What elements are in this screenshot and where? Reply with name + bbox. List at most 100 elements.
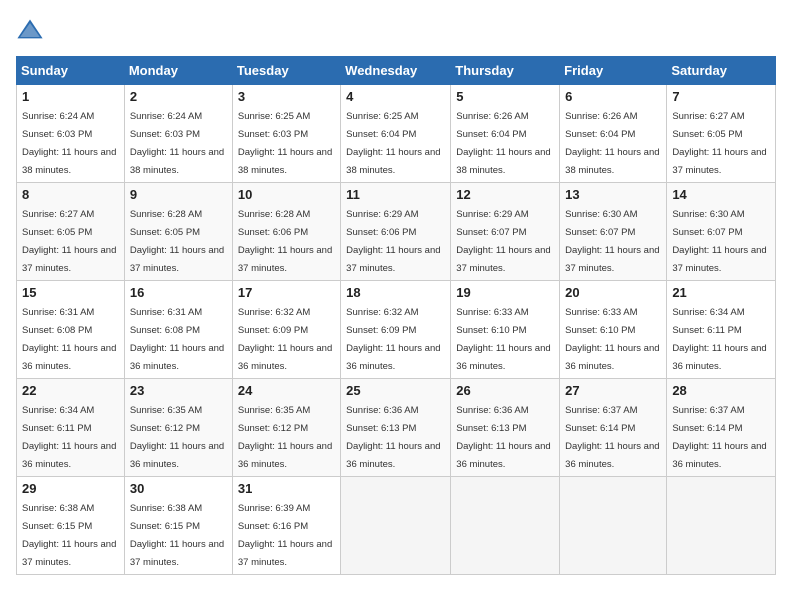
- calendar-cell: [451, 477, 560, 575]
- calendar-cell: 20 Sunrise: 6:33 AMSunset: 6:10 PMDaylig…: [560, 281, 667, 379]
- day-number: 25: [346, 383, 445, 398]
- calendar-cell: 28 Sunrise: 6:37 AMSunset: 6:14 PMDaylig…: [667, 379, 776, 477]
- day-info: Sunrise: 6:38 AMSunset: 6:15 PMDaylight:…: [22, 503, 116, 568]
- day-info: Sunrise: 6:24 AMSunset: 6:03 PMDaylight:…: [130, 111, 224, 176]
- day-info: Sunrise: 6:25 AMSunset: 6:04 PMDaylight:…: [346, 111, 440, 176]
- calendar-cell: [560, 477, 667, 575]
- day-info: Sunrise: 6:30 AMSunset: 6:07 PMDaylight:…: [672, 209, 766, 274]
- day-number: 13: [565, 187, 661, 202]
- day-info: Sunrise: 6:36 AMSunset: 6:13 PMDaylight:…: [456, 405, 550, 470]
- day-info: Sunrise: 6:32 AMSunset: 6:09 PMDaylight:…: [238, 307, 332, 372]
- day-info: Sunrise: 6:36 AMSunset: 6:13 PMDaylight:…: [346, 405, 440, 470]
- day-info: Sunrise: 6:37 AMSunset: 6:14 PMDaylight:…: [672, 405, 766, 470]
- day-number: 28: [672, 383, 770, 398]
- day-info: Sunrise: 6:31 AMSunset: 6:08 PMDaylight:…: [22, 307, 116, 372]
- day-info: Sunrise: 6:29 AMSunset: 6:07 PMDaylight:…: [456, 209, 550, 274]
- calendar-cell: 15 Sunrise: 6:31 AMSunset: 6:08 PMDaylig…: [17, 281, 125, 379]
- calendar-cell: 22 Sunrise: 6:34 AMSunset: 6:11 PMDaylig…: [17, 379, 125, 477]
- calendar-cell: 14 Sunrise: 6:30 AMSunset: 6:07 PMDaylig…: [667, 183, 776, 281]
- day-info: Sunrise: 6:24 AMSunset: 6:03 PMDaylight:…: [22, 111, 116, 176]
- day-number: 20: [565, 285, 661, 300]
- day-info: Sunrise: 6:35 AMSunset: 6:12 PMDaylight:…: [238, 405, 332, 470]
- calendar: SundayMondayTuesdayWednesdayThursdayFrid…: [16, 56, 776, 575]
- day-info: Sunrise: 6:34 AMSunset: 6:11 PMDaylight:…: [672, 307, 766, 372]
- day-info: Sunrise: 6:29 AMSunset: 6:06 PMDaylight:…: [346, 209, 440, 274]
- col-header-thursday: Thursday: [451, 57, 560, 85]
- day-number: 9: [130, 187, 227, 202]
- day-number: 1: [22, 89, 119, 104]
- calendar-cell: 16 Sunrise: 6:31 AMSunset: 6:08 PMDaylig…: [124, 281, 232, 379]
- day-number: 17: [238, 285, 335, 300]
- week-row-2: 8 Sunrise: 6:27 AMSunset: 6:05 PMDayligh…: [17, 183, 776, 281]
- day-info: Sunrise: 6:27 AMSunset: 6:05 PMDaylight:…: [22, 209, 116, 274]
- calendar-cell: 2 Sunrise: 6:24 AMSunset: 6:03 PMDayligh…: [124, 85, 232, 183]
- week-row-3: 15 Sunrise: 6:31 AMSunset: 6:08 PMDaylig…: [17, 281, 776, 379]
- calendar-cell: 3 Sunrise: 6:25 AMSunset: 6:03 PMDayligh…: [232, 85, 340, 183]
- day-number: 3: [238, 89, 335, 104]
- day-number: 23: [130, 383, 227, 398]
- day-info: Sunrise: 6:30 AMSunset: 6:07 PMDaylight:…: [565, 209, 659, 274]
- calendar-cell: 5 Sunrise: 6:26 AMSunset: 6:04 PMDayligh…: [451, 85, 560, 183]
- day-info: Sunrise: 6:33 AMSunset: 6:10 PMDaylight:…: [565, 307, 659, 372]
- calendar-cell: 25 Sunrise: 6:36 AMSunset: 6:13 PMDaylig…: [341, 379, 451, 477]
- day-number: 27: [565, 383, 661, 398]
- calendar-cell: 26 Sunrise: 6:36 AMSunset: 6:13 PMDaylig…: [451, 379, 560, 477]
- day-number: 30: [130, 481, 227, 496]
- day-number: 21: [672, 285, 770, 300]
- day-number: 12: [456, 187, 554, 202]
- day-number: 26: [456, 383, 554, 398]
- day-info: Sunrise: 6:28 AMSunset: 6:05 PMDaylight:…: [130, 209, 224, 274]
- calendar-cell: 30 Sunrise: 6:38 AMSunset: 6:15 PMDaylig…: [124, 477, 232, 575]
- day-info: Sunrise: 6:27 AMSunset: 6:05 PMDaylight:…: [672, 111, 766, 176]
- day-number: 11: [346, 187, 445, 202]
- day-info: Sunrise: 6:26 AMSunset: 6:04 PMDaylight:…: [456, 111, 550, 176]
- calendar-cell: 9 Sunrise: 6:28 AMSunset: 6:05 PMDayligh…: [124, 183, 232, 281]
- calendar-cell: 11 Sunrise: 6:29 AMSunset: 6:06 PMDaylig…: [341, 183, 451, 281]
- day-number: 18: [346, 285, 445, 300]
- day-info: Sunrise: 6:31 AMSunset: 6:08 PMDaylight:…: [130, 307, 224, 372]
- calendar-header-row: SundayMondayTuesdayWednesdayThursdayFrid…: [17, 57, 776, 85]
- calendar-cell: 8 Sunrise: 6:27 AMSunset: 6:05 PMDayligh…: [17, 183, 125, 281]
- day-number: 8: [22, 187, 119, 202]
- day-number: 2: [130, 89, 227, 104]
- calendar-cell: 31 Sunrise: 6:39 AMSunset: 6:16 PMDaylig…: [232, 477, 340, 575]
- calendar-cell: 12 Sunrise: 6:29 AMSunset: 6:07 PMDaylig…: [451, 183, 560, 281]
- day-number: 24: [238, 383, 335, 398]
- calendar-cell: [667, 477, 776, 575]
- day-info: Sunrise: 6:26 AMSunset: 6:04 PMDaylight:…: [565, 111, 659, 176]
- day-number: 5: [456, 89, 554, 104]
- day-number: 22: [22, 383, 119, 398]
- day-number: 10: [238, 187, 335, 202]
- calendar-cell: 4 Sunrise: 6:25 AMSunset: 6:04 PMDayligh…: [341, 85, 451, 183]
- header: [16, 16, 776, 44]
- day-info: Sunrise: 6:35 AMSunset: 6:12 PMDaylight:…: [130, 405, 224, 470]
- day-number: 4: [346, 89, 445, 104]
- day-info: Sunrise: 6:33 AMSunset: 6:10 PMDaylight:…: [456, 307, 550, 372]
- col-header-tuesday: Tuesday: [232, 57, 340, 85]
- day-info: Sunrise: 6:37 AMSunset: 6:14 PMDaylight:…: [565, 405, 659, 470]
- day-number: 15: [22, 285, 119, 300]
- week-row-5: 29 Sunrise: 6:38 AMSunset: 6:15 PMDaylig…: [17, 477, 776, 575]
- calendar-cell: 18 Sunrise: 6:32 AMSunset: 6:09 PMDaylig…: [341, 281, 451, 379]
- calendar-cell: [341, 477, 451, 575]
- logo: [16, 16, 48, 44]
- col-header-sunday: Sunday: [17, 57, 125, 85]
- col-header-saturday: Saturday: [667, 57, 776, 85]
- calendar-cell: 19 Sunrise: 6:33 AMSunset: 6:10 PMDaylig…: [451, 281, 560, 379]
- day-number: 29: [22, 481, 119, 496]
- col-header-monday: Monday: [124, 57, 232, 85]
- calendar-cell: 6 Sunrise: 6:26 AMSunset: 6:04 PMDayligh…: [560, 85, 667, 183]
- day-info: Sunrise: 6:38 AMSunset: 6:15 PMDaylight:…: [130, 503, 224, 568]
- calendar-cell: 13 Sunrise: 6:30 AMSunset: 6:07 PMDaylig…: [560, 183, 667, 281]
- logo-icon: [16, 16, 44, 44]
- calendar-cell: 10 Sunrise: 6:28 AMSunset: 6:06 PMDaylig…: [232, 183, 340, 281]
- day-info: Sunrise: 6:34 AMSunset: 6:11 PMDaylight:…: [22, 405, 116, 470]
- calendar-cell: 21 Sunrise: 6:34 AMSunset: 6:11 PMDaylig…: [667, 281, 776, 379]
- week-row-4: 22 Sunrise: 6:34 AMSunset: 6:11 PMDaylig…: [17, 379, 776, 477]
- day-number: 31: [238, 481, 335, 496]
- calendar-cell: 17 Sunrise: 6:32 AMSunset: 6:09 PMDaylig…: [232, 281, 340, 379]
- day-info: Sunrise: 6:39 AMSunset: 6:16 PMDaylight:…: [238, 503, 332, 568]
- day-number: 16: [130, 285, 227, 300]
- day-info: Sunrise: 6:28 AMSunset: 6:06 PMDaylight:…: [238, 209, 332, 274]
- calendar-cell: 29 Sunrise: 6:38 AMSunset: 6:15 PMDaylig…: [17, 477, 125, 575]
